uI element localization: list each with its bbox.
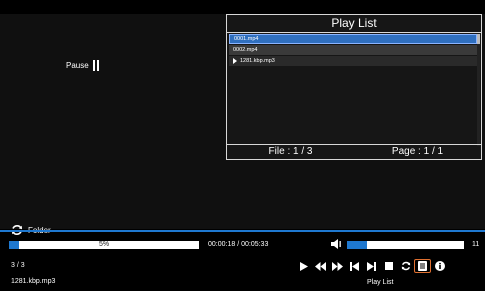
volume-bar[interactable] <box>347 241 464 249</box>
previous-track-icon <box>350 261 359 271</box>
playlist-item[interactable]: 0002.mp4 <box>229 45 477 55</box>
control-bar <box>295 259 448 273</box>
fast-forward-button[interactable] <box>329 259 346 273</box>
playlist-footer: File : 1 / 3 Page : 1 / 1 <box>227 144 481 159</box>
pause-indicator: Pause <box>66 60 99 71</box>
pause-icon <box>92 60 99 71</box>
now-playing-icon <box>233 58 237 64</box>
playlist-icon <box>418 261 427 271</box>
playlist-button[interactable] <box>414 259 431 273</box>
repeat-icon <box>401 261 410 271</box>
scrollbar-thumb[interactable] <box>477 34 480 44</box>
playlist-panel: Play List 0001.mp4 0002.mp4 1281.kbp.mp3 F… <box>226 14 482 160</box>
progress-percent: 5% <box>98 241 110 248</box>
progress-bar[interactable]: 5% <box>9 241 199 249</box>
play-button[interactable] <box>295 259 312 273</box>
playlist-item-label: 0001.mp4 <box>234 36 259 42</box>
focused-control-label: Play List <box>367 279 394 286</box>
repeat-button[interactable] <box>397 259 414 273</box>
speaker-icon[interactable] <box>330 238 342 250</box>
playlist-list: 0001.mp4 0002.mp4 1281.kbp.mp3 <box>229 34 477 67</box>
file-info: File : 1 / 3 <box>268 146 313 157</box>
volume-fill <box>347 241 367 249</box>
next-track-icon <box>367 261 376 271</box>
stop-icon <box>384 262 393 270</box>
playlist-title: Play List <box>227 15 481 33</box>
next-track-button[interactable] <box>363 259 380 273</box>
previous-track-button[interactable] <box>346 259 363 273</box>
play-icon <box>300 261 308 271</box>
playlist-item-label: 0002.mp4 <box>233 47 258 53</box>
rewind-button[interactable] <box>312 259 329 273</box>
pause-label: Pause <box>66 61 89 70</box>
stop-button[interactable] <box>380 259 397 273</box>
media-player: Pause Folder Play List 0001.mp40002.mp41… <box>0 0 485 291</box>
current-filename: 1281.kbp.mp3 <box>11 278 56 285</box>
playlist-item-label: 1281.kbp.mp3 <box>240 58 275 64</box>
info-icon <box>434 261 445 271</box>
track-count: 3 / 3 <box>11 262 25 269</box>
volume-value: 11 <box>472 241 480 248</box>
rewind-icon <box>315 261 326 271</box>
divider <box>0 230 485 232</box>
time-display: 00:00:18 / 00:05:33 <box>208 241 269 248</box>
fast-forward-icon <box>332 261 343 271</box>
page-info: Page : 1 / 1 <box>391 146 444 157</box>
playlist-scrollbar[interactable] <box>477 34 480 146</box>
info-button[interactable] <box>431 259 448 273</box>
playlist-item[interactable]: 0001.mp4 <box>229 34 477 44</box>
playlist-item[interactable]: 1281.kbp.mp3 <box>229 56 477 66</box>
